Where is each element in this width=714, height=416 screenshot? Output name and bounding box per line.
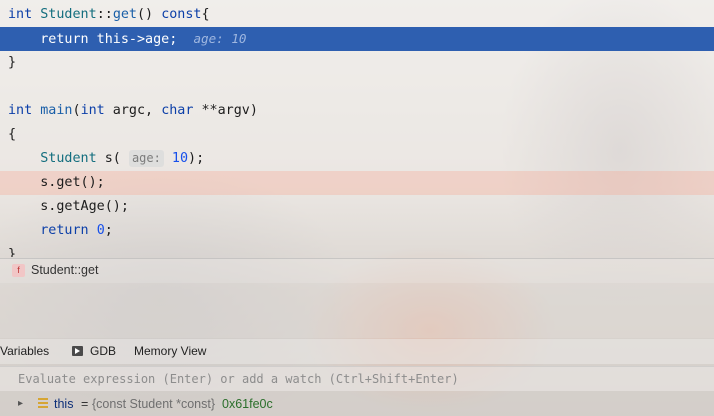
code-line-11[interactable]: }	[0, 243, 714, 257]
chevron-right-icon[interactable]: ▸	[18, 392, 23, 416]
variable-name: this	[54, 397, 74, 411]
debug-tab-bar: Variables GDB Memory View	[0, 339, 714, 364]
param: **argv)	[193, 103, 258, 118]
keyword: return	[40, 223, 89, 238]
evaluate-expression-input[interactable]	[14, 370, 702, 388]
brace: }	[8, 55, 17, 70]
punctuation: ;	[104, 223, 113, 238]
keyword: int	[8, 7, 33, 22]
code-line-current-execution[interactable]: return this->age; age: 10	[0, 27, 714, 51]
code-line-10[interactable]: return 0;	[0, 219, 714, 243]
scope-operator: ::	[96, 7, 113, 22]
inline-value-hint: age: 10	[193, 31, 247, 46]
code-line-5[interactable]: int main(int argc, char **argv)	[0, 99, 714, 123]
code-line-8[interactable]: s.get();	[0, 171, 714, 195]
parameter-hint: age:	[128, 150, 164, 167]
param: argc,	[104, 103, 162, 118]
parens: ()	[137, 7, 162, 22]
type-name: Student	[40, 151, 97, 166]
function-icon: f	[12, 264, 25, 277]
tab-variables[interactable]: Variables	[0, 344, 49, 358]
brace: {	[201, 7, 210, 22]
console-icon	[72, 346, 83, 356]
code-line-1[interactable]: int Student::get() const{	[0, 3, 714, 27]
function-name: get	[112, 7, 137, 22]
variable-type: {const Student *const}	[92, 397, 216, 411]
brace: {	[8, 127, 17, 142]
variable-row[interactable]: ▸ this = {const Student *const} 0x61fe0c	[0, 392, 714, 416]
code-line-9[interactable]: s.getAge();	[0, 195, 714, 219]
punctuation: );	[188, 151, 205, 166]
class-name: Student	[40, 7, 97, 22]
panel-splitter[interactable]	[0, 283, 714, 338]
paren: (	[72, 103, 81, 118]
keyword: char	[161, 103, 194, 118]
field-icon	[38, 398, 48, 409]
number-literal: 0	[96, 223, 105, 238]
tab-gdb[interactable]: GDB	[90, 344, 116, 358]
variable-value: 0x61fe0c	[222, 397, 273, 411]
code-editor[interactable]: int Student::get() const{ return this->a…	[0, 0, 714, 258]
code-line-7[interactable]: Student s( age: 10);	[0, 147, 714, 171]
statement: s.getAge();	[40, 199, 129, 214]
keyword: const	[161, 7, 202, 22]
code-line-3[interactable]: }	[0, 51, 714, 75]
brace: }	[8, 247, 17, 257]
statement: s.get();	[40, 175, 105, 190]
statement: this->age;	[88, 32, 178, 47]
keyword: int	[8, 103, 33, 118]
breadcrumb-label[interactable]: Student::get	[31, 263, 98, 277]
function-name: main	[40, 103, 73, 118]
constructor-call: s(	[96, 151, 121, 166]
breadcrumb[interactable]: f Student::get	[0, 258, 714, 283]
keyword: int	[80, 103, 105, 118]
number-literal: 10	[171, 151, 189, 166]
tab-memory-view[interactable]: Memory View	[134, 344, 206, 358]
watch-bar	[0, 366, 714, 391]
keyword: return	[40, 32, 89, 47]
variable-equals: =	[81, 397, 89, 411]
code-line-6[interactable]: {	[0, 123, 714, 147]
